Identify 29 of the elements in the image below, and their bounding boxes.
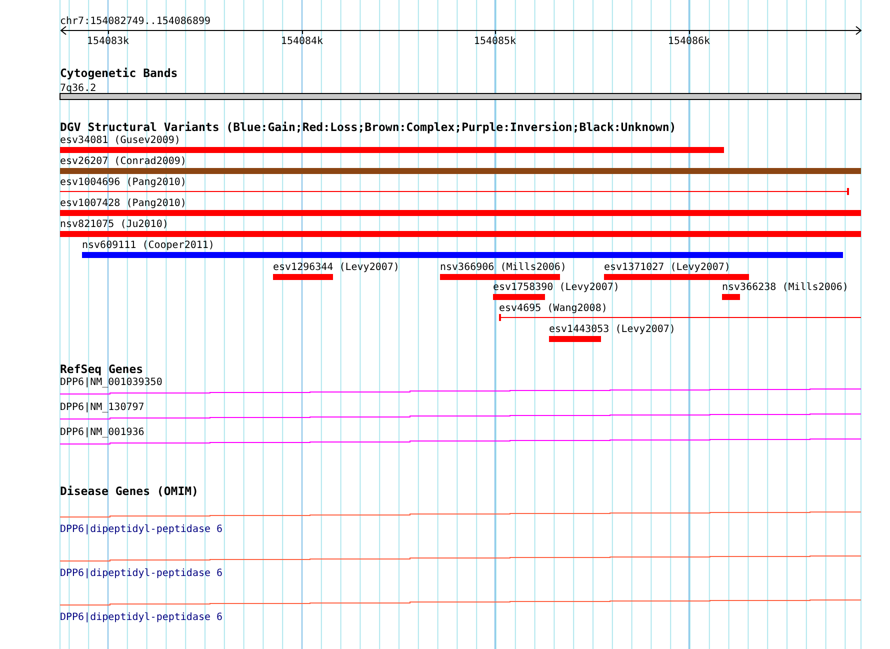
variant-label: nsv366906 (Mills2006) xyxy=(440,262,566,273)
variant-label: esv1443053 (Levy2007) xyxy=(549,324,676,335)
disease-gene-label: DPP6|dipeptidyl-peptidase 6 xyxy=(60,612,223,623)
ruler-tick-label: 154085k xyxy=(474,36,516,47)
track-title: Cytogenetic Bands xyxy=(60,66,178,80)
track-title: Disease Genes (OMIM) xyxy=(60,484,198,498)
ruler-location: chr7:154082749..154086899 xyxy=(60,16,211,27)
variant-label: esv1004696 (Pang2010) xyxy=(60,177,186,188)
track-title: RefSeq Genes xyxy=(60,362,144,376)
track-title: DGV Structural Variants (Blue:Gain;Red:Loss;Brown:Complex;Purple:Inversion;Black:Unknown) xyxy=(60,120,676,134)
disease-gene-label: DPP6|dipeptidyl-peptidase 6 xyxy=(60,568,223,579)
variant-label: nsv821075 (Ju2010) xyxy=(60,219,168,230)
disease-gene-label: DPP6|dipeptidyl-peptidase 6 xyxy=(60,524,223,535)
variant-label: esv1296344 (Levy2007) xyxy=(273,262,400,273)
variant-label: esv4695 (Wang2008) xyxy=(499,303,608,314)
gene-label: DPP6|NM_001936 xyxy=(60,427,144,438)
gene-label: DPP6|NM_130797 xyxy=(60,402,144,413)
ruler-tick-label: 154083k xyxy=(86,36,130,47)
band-label: 7q36.2 xyxy=(60,83,96,94)
variant-label: nsv609111 (Cooper2011) xyxy=(82,240,214,251)
variant-label: esv1758390 (Levy2007) xyxy=(493,282,620,293)
ruler-tick-label: 154086k xyxy=(668,36,710,47)
variant-label: esv34081 (Gusev2009) xyxy=(60,135,180,146)
gene-label: DPP6|NM_001039350 xyxy=(60,377,162,388)
variant-label: nsv366238 (Mills2006) xyxy=(722,282,848,293)
variant-label: esv26207 (Conrad2009) xyxy=(60,156,186,167)
ruler-tick-label: 154084k xyxy=(280,36,324,47)
variant-label: esv1371027 (Levy2007) xyxy=(604,262,730,273)
variant-label: esv1007428 (Pang2010) xyxy=(60,198,186,209)
